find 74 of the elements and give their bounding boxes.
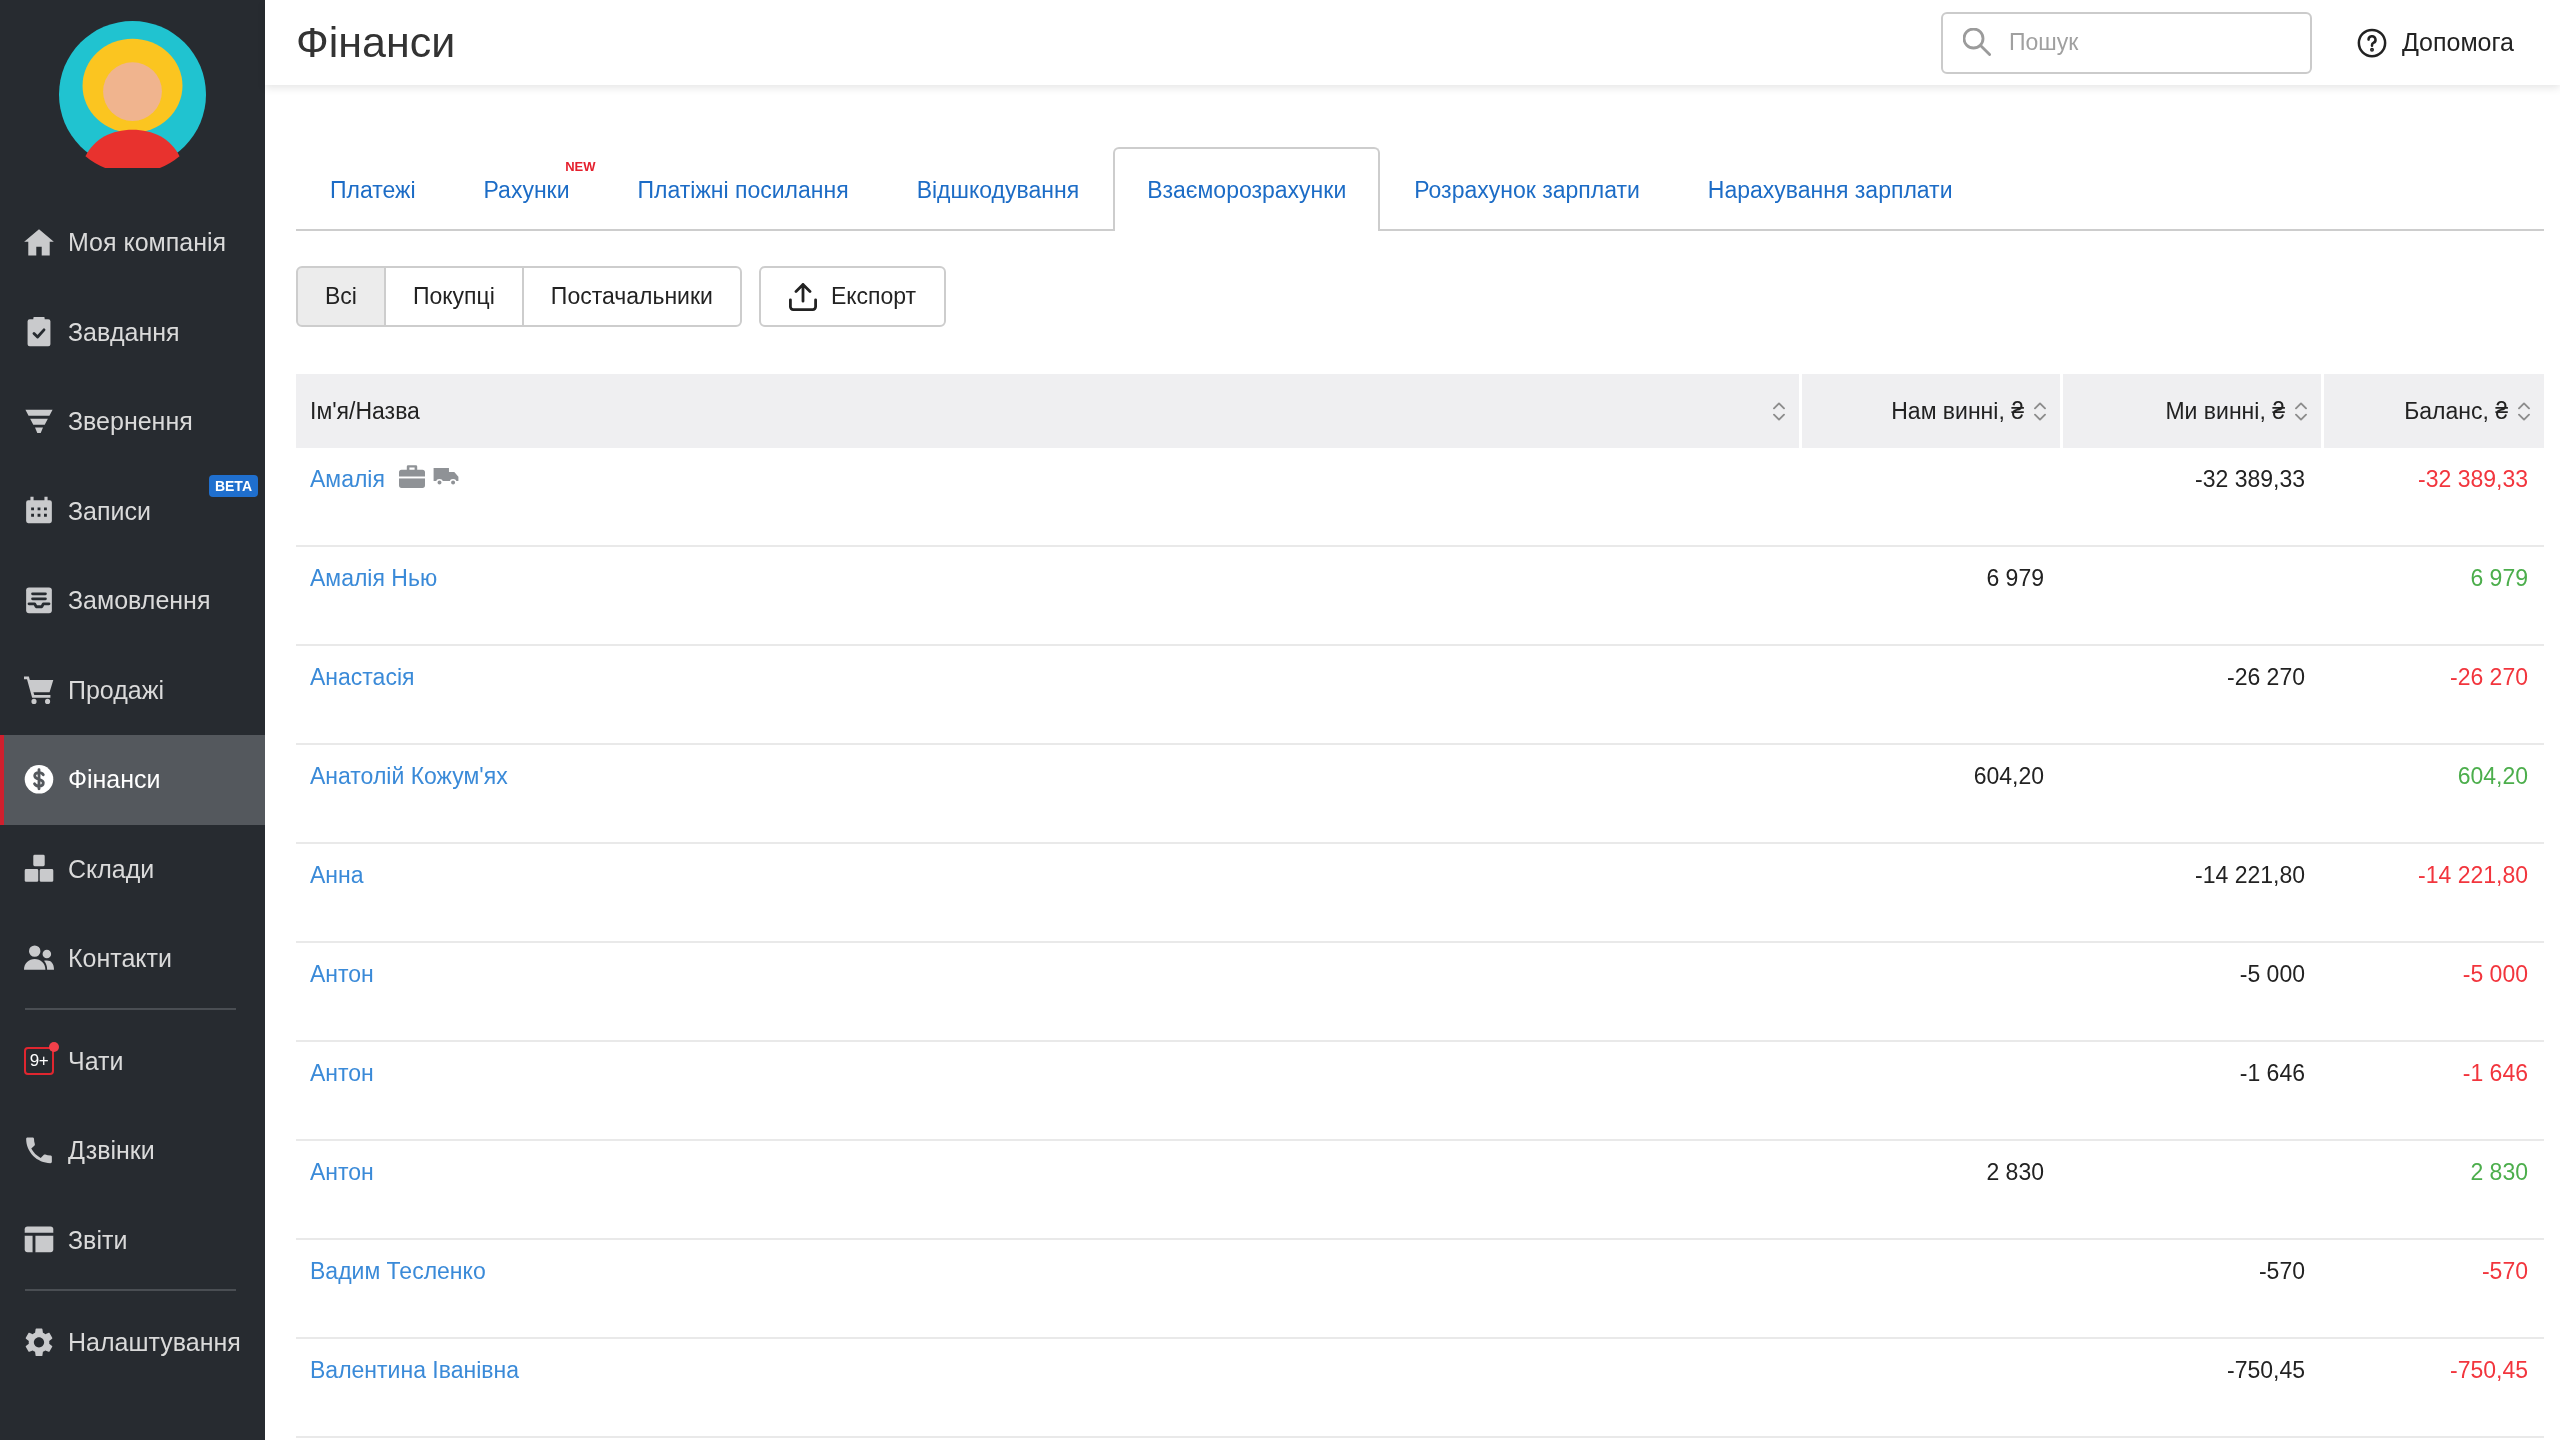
column-header[interactable]: Ми винні, ₴ <box>2063 374 2321 448</box>
nav-item[interactable]: Моя компанія <box>0 198 265 288</box>
nav-item[interactable]: Завдання <box>0 287 265 377</box>
table-cell: -570 <box>2258 1258 2305 1284</box>
nav-item[interactable]: Налаштування <box>0 1298 265 1388</box>
table-cell: 6 979 <box>1986 565 2044 591</box>
filter-button[interactable]: Постачальники <box>521 266 742 327</box>
nav-item[interactable]: Склади <box>0 824 265 914</box>
table-cell: -26 270 <box>2227 664 2305 690</box>
filter-button[interactable]: Покупці <box>383 266 524 327</box>
export-button[interactable]: Експорт <box>758 266 947 327</box>
column-header[interactable]: Ім'я/Назва <box>296 374 1799 448</box>
search-icon <box>1962 27 1991 56</box>
tab[interactable]: Нарахування зарплати <box>1673 147 1987 231</box>
contact-link[interactable]: Антон <box>310 1156 374 1188</box>
contact-link[interactable]: Валентина Іванівна <box>310 1354 519 1386</box>
nav-item[interactable]: Звернення <box>0 377 265 467</box>
phone-icon <box>24 1135 54 1166</box>
balance-cell: 604,20 <box>2457 763 2528 789</box>
balance-cell: 2 830 <box>2470 1159 2528 1185</box>
help-icon <box>2356 27 2387 58</box>
nav-item[interactable]: Дзвінки <box>0 1106 265 1196</box>
page-title: Фінанси <box>296 18 457 67</box>
settings-icon <box>24 1327 54 1358</box>
home-icon <box>24 227 54 258</box>
new-label: NEW <box>565 159 596 174</box>
cart-icon <box>24 675 54 706</box>
balance-cell: -750,45 <box>2450 1357 2528 1383</box>
table-cell: -5 000 <box>2239 961 2305 987</box>
balance-cell: -26 270 <box>2450 664 2528 690</box>
inbox-tray-icon <box>24 585 54 616</box>
tab[interactable]: Взаєморозрахунки <box>1113 147 1381 231</box>
filter-button[interactable]: Всі <box>296 266 386 327</box>
tab[interactable]: Платіжні посилання <box>603 147 883 231</box>
avatar-icon[interactable] <box>59 21 206 168</box>
contact-link[interactable]: Антон <box>310 1057 374 1089</box>
help-link[interactable]: Допомога <box>2356 27 2514 58</box>
nav-item[interactable]: Продажі <box>0 645 265 735</box>
balance-cell: -570 <box>2481 1258 2528 1284</box>
beta-badge: BETA <box>208 474 258 497</box>
table-cell: -32 389,33 <box>2195 466 2305 492</box>
table-cell: 604,20 <box>1973 763 2044 789</box>
table-cell: -14 221,80 <box>2195 862 2305 888</box>
boxes-icon <box>24 854 54 885</box>
balance-cell: -1 646 <box>2462 1060 2528 1086</box>
contact-link[interactable]: Анастасія <box>310 661 415 693</box>
balance-cell: -5 000 <box>2462 961 2528 987</box>
nav-item[interactable]: Звіти <box>0 1195 265 1285</box>
table-cell: 2 830 <box>1986 1159 2044 1185</box>
dollar-circle-icon <box>24 764 54 795</box>
contact-link[interactable]: Анна <box>310 859 364 891</box>
contact-link[interactable]: Антон <box>310 958 374 990</box>
contact-link[interactable]: Амалія Нью <box>310 562 438 594</box>
tab[interactable]: Відшкодування <box>882 147 1114 231</box>
column-header[interactable]: Баланс, ₴ <box>2324 374 2544 448</box>
nav-item[interactable]: 9+ Чати <box>0 1016 265 1106</box>
contact-link[interactable]: Анатолій Кожум'ях <box>310 760 508 792</box>
balance-cell: -32 389,33 <box>2418 466 2528 492</box>
nav-item[interactable]: Контакти <box>0 914 265 1004</box>
contact-link[interactable]: Вадим Тесленко <box>310 1255 486 1287</box>
nav-item[interactable]: Замовлення <box>0 556 265 646</box>
nav-item[interactable]: Фінанси <box>0 735 265 825</box>
contact-link[interactable]: Амалія <box>310 463 385 495</box>
balance-cell: 6 979 <box>2470 565 2528 591</box>
table-cell: -1 646 <box>2239 1060 2305 1086</box>
column-header[interactable]: Нам винні, ₴ <box>1802 374 2060 448</box>
search-field[interactable]: Пошук <box>1940 11 2312 74</box>
table-icon <box>24 1225 54 1256</box>
table-cell: -750,45 <box>2227 1357 2305 1383</box>
tab[interactable]: Платежі <box>296 147 450 231</box>
upload-icon <box>788 282 817 311</box>
tab[interactable]: Розрахунок зарплати <box>1380 147 1674 231</box>
balance-cell: -14 221,80 <box>2418 862 2528 888</box>
nav-item[interactable]: Записи BETA <box>0 466 265 556</box>
